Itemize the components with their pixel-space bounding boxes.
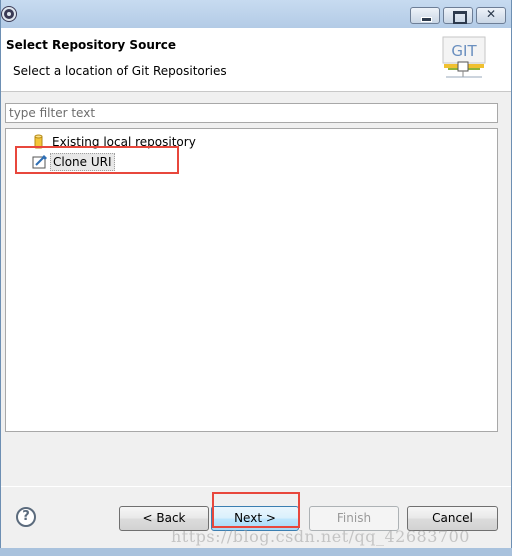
button-bar-separator (1, 486, 511, 487)
close-icon: ✕ (485, 7, 497, 21)
help-button[interactable]: ? (16, 507, 36, 527)
annotation-highlight-clone-uri (15, 146, 179, 174)
annotation-highlight-next (212, 492, 300, 528)
git-logo-icon: GIT (442, 36, 486, 78)
wizard-header: Select Repository Source Select a locati… (1, 28, 511, 92)
title-bar: ✕ (1, 0, 511, 28)
eclipse-app-icon (2, 7, 16, 21)
maximize-button[interactable] (443, 7, 473, 24)
watermark-text: https://blog.csdn.net/qq_42683700 (171, 527, 470, 546)
dialog-window: ✕ Select Repository Source Select a loca… (0, 0, 512, 556)
page-title: Select Repository Source (6, 38, 177, 52)
window-bottom-edge (0, 548, 512, 556)
svg-text:GIT: GIT (451, 42, 477, 60)
close-button[interactable]: ✕ (476, 7, 506, 24)
minimize-button[interactable] (410, 7, 440, 24)
filter-input[interactable] (5, 103, 498, 123)
page-description: Select a location of Git Repositories (13, 64, 227, 78)
